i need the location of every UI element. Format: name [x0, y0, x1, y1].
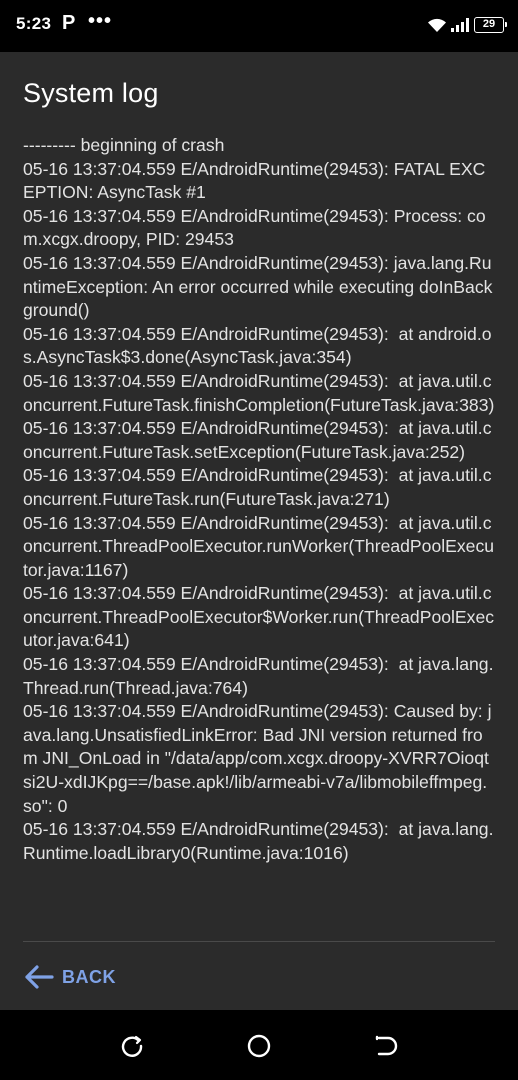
home-icon[interactable]: [245, 1032, 273, 1060]
arrow-left-icon: [24, 964, 54, 990]
back-button-label: BACK: [62, 966, 116, 987]
page-title: System log: [23, 78, 159, 108]
battery-icon: 29: [474, 17, 507, 33]
app-header: System log: [0, 52, 518, 132]
back-icon[interactable]: [372, 1032, 400, 1060]
log-scroll-area[interactable]: --------- beginning of crash 05-16 13:37…: [23, 134, 495, 941]
navigation-bar: [0, 1010, 518, 1080]
divider: [23, 941, 495, 942]
recents-icon[interactable]: [118, 1032, 146, 1060]
status-indicators: 29: [427, 14, 507, 36]
status-time: 5:23: [16, 14, 52, 33]
app-notification-icon: P: [62, 12, 76, 34]
battery-level: 29: [482, 18, 496, 30]
status-bar: 5:23 P ••• 29: [0, 0, 518, 52]
log-text: --------- beginning of crash 05-16 13:37…: [23, 135, 495, 863]
more-notifications-icon: •••: [88, 10, 113, 32]
signal-icon: [451, 18, 469, 32]
wifi-icon: [427, 17, 447, 33]
back-button[interactable]: BACK: [24, 960, 116, 994]
